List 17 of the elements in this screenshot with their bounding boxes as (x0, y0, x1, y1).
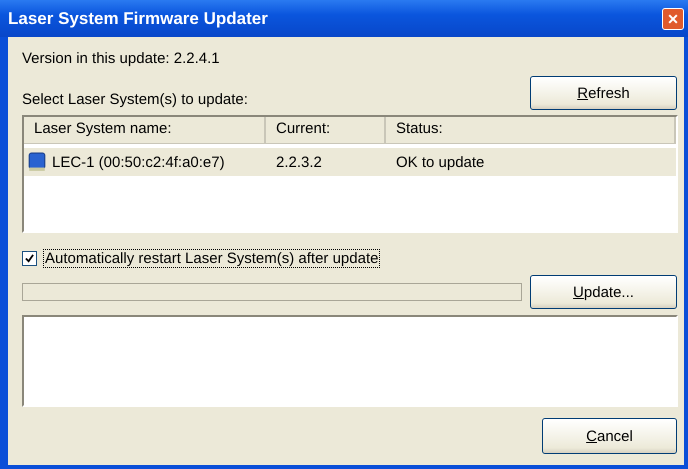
select-label: Select Laser System(s) to update: (22, 91, 248, 108)
checkbox-label[interactable]: Automatically restart Laser System(s) after update (43, 249, 380, 268)
table-cell: LEC-1 (00:50:c2:4f:a0:e7) (52, 154, 225, 170)
device-icon (28, 152, 46, 172)
table-row[interactable]: LEC-1 (00:50:c2:4f:a0:e7) 2.2.3.2 OK to update (24, 148, 676, 176)
table-cell: 2.2.3.2 (276, 154, 322, 170)
cancel-button[interactable]: Cancel (542, 418, 677, 454)
checkbox[interactable] (22, 251, 37, 266)
column-header[interactable]: Current: (266, 117, 386, 143)
column-header[interactable]: Status: (386, 117, 676, 143)
version-text: Version in this update: 2.2.4.1 (22, 50, 221, 67)
table-cell: OK to update (396, 154, 484, 170)
refresh-button[interactable]: Refresh (530, 76, 677, 110)
close-button[interactable]: × (662, 8, 684, 30)
update-button[interactable]: Update... (530, 275, 677, 309)
window-title: Laser System Firmware Updater (8, 8, 268, 28)
column-header[interactable]: Laser System name: (24, 117, 266, 143)
